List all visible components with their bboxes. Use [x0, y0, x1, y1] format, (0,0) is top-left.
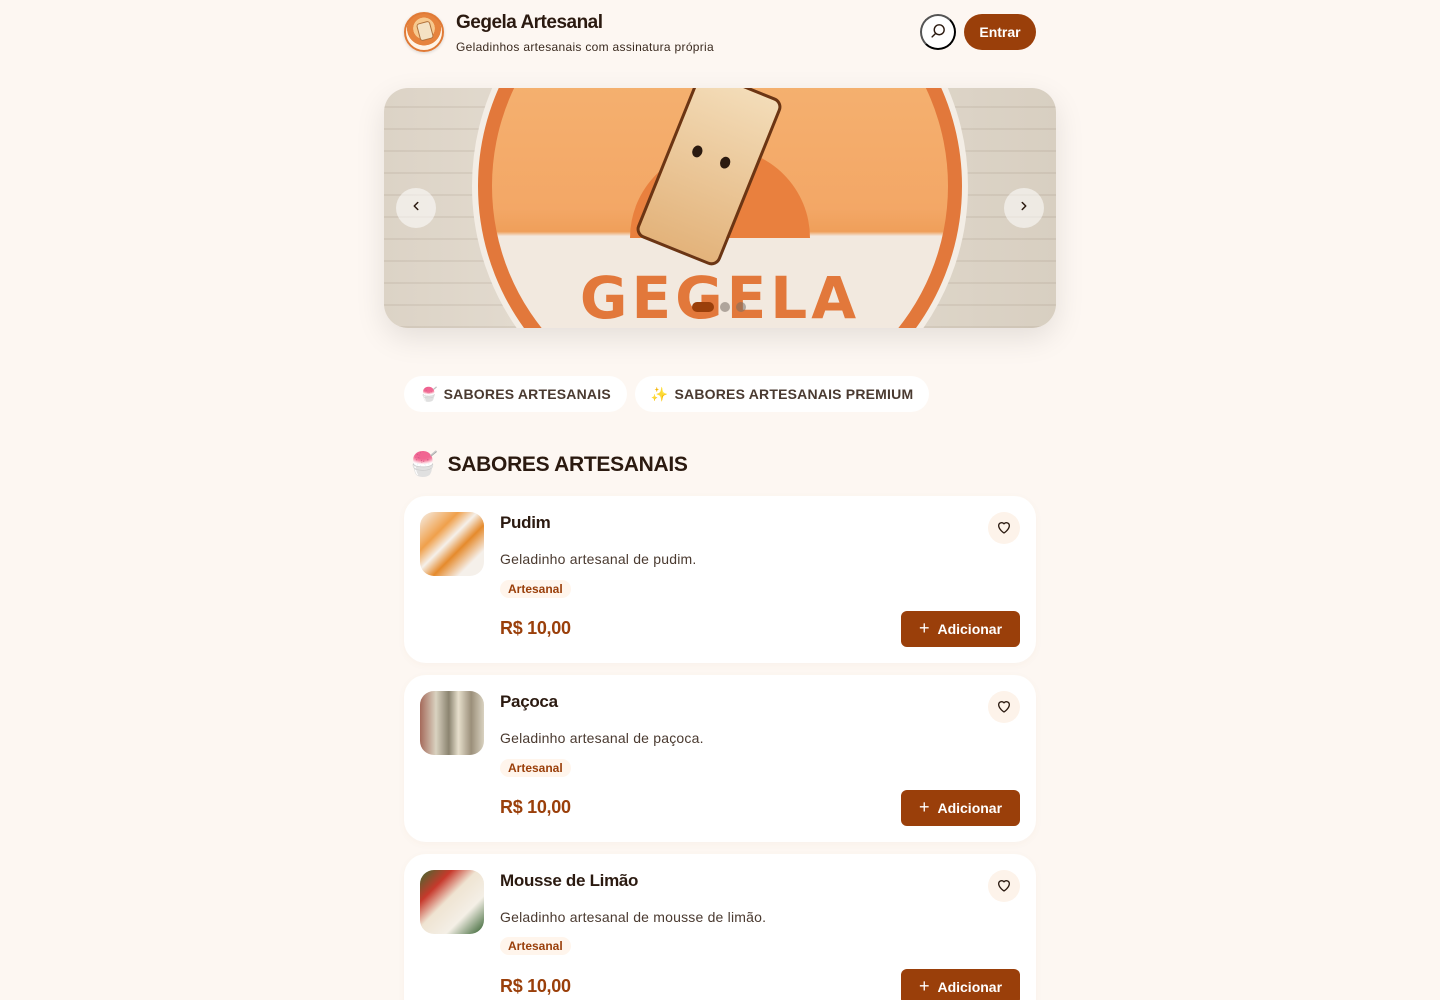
tab-sabores-premium[interactable]: ✨ SABORES ARTESANAIS PREMIUM	[634, 376, 930, 412]
shaved-ice-icon: 🍧	[420, 385, 438, 402]
add-to-cart-button[interactable]: + Adicionar	[901, 790, 1020, 826]
search-button[interactable]	[920, 14, 956, 50]
plus-icon: +	[918, 976, 930, 996]
login-button[interactable]: Entrar	[964, 14, 1036, 50]
heart-icon	[996, 698, 1012, 717]
add-to-cart-button[interactable]: + Adicionar	[901, 611, 1020, 647]
product-image[interactable]	[420, 691, 484, 755]
product-card-pudim: Pudim Geladinho artesanal de pudim. Arte…	[404, 496, 1036, 663]
chevron-left-icon	[409, 199, 423, 218]
shaved-ice-icon: 🍧	[408, 451, 438, 478]
carousel-dot-3[interactable]	[736, 302, 746, 312]
product-name: Mousse de Limão	[500, 871, 639, 890]
carousel-dot-1[interactable]	[692, 302, 714, 312]
product-image[interactable]	[420, 870, 484, 934]
product-tag: Artesanal	[500, 759, 571, 777]
category-tabs: 🍧 SABORES ARTESANAIS ✨ SABORES ARTESANAI…	[404, 376, 930, 412]
add-to-cart-button[interactable]: + Adicionar	[901, 969, 1020, 1000]
brand-subtitle: Geladinhos artesanais com assinatura pró…	[456, 40, 714, 54]
product-tag: Artesanal	[500, 580, 571, 598]
carousel-dots	[692, 302, 746, 312]
product-price: R$ 10,00	[500, 797, 571, 817]
tab-sabores-artesanais[interactable]: 🍧 SABORES ARTESANAIS	[404, 376, 627, 412]
product-tag: Artesanal	[500, 937, 571, 955]
product-image[interactable]	[420, 512, 484, 576]
carousel-dot-2[interactable]	[720, 302, 730, 312]
carousel-prev-button[interactable]	[396, 188, 436, 228]
add-label: Adicionar	[937, 800, 1003, 816]
tab-label: SABORES ARTESANAIS	[443, 386, 611, 402]
chevron-right-icon	[1017, 199, 1031, 218]
product-price: R$ 10,00	[500, 618, 571, 638]
plus-icon: +	[918, 797, 930, 817]
product-card-pacoca: Paçoca Geladinho artesanal de paçoca. Ar…	[404, 675, 1036, 842]
product-name: Paçoca	[500, 692, 558, 711]
search-icon	[930, 22, 947, 42]
product-price: R$ 10,00	[500, 976, 571, 996]
product-description: Geladinho artesanal de pudim.	[500, 551, 697, 567]
favorite-button[interactable]	[988, 870, 1020, 902]
plus-icon: +	[918, 618, 930, 638]
section-heading: 🍧 SABORES ARTESANAIS	[408, 450, 688, 479]
product-description: Geladinho artesanal de mousse de limão.	[500, 909, 767, 925]
favorite-button[interactable]	[988, 691, 1020, 723]
banner-logo-text: GEGELA	[579, 264, 861, 328]
carousel-next-button[interactable]	[1004, 188, 1044, 228]
product-card-mousse-limao: Mousse de Limão Geladinho artesanal de m…	[404, 854, 1036, 1000]
brand-title: Gegela Artesanal	[456, 12, 603, 33]
hero-carousel: GEGELA	[384, 88, 1056, 328]
product-name: Pudim	[500, 513, 551, 532]
product-description: Geladinho artesanal de paçoca.	[500, 730, 704, 746]
favorite-button[interactable]	[988, 512, 1020, 544]
section-title: SABORES ARTESANAIS	[447, 452, 688, 476]
sparkles-icon: ✨	[650, 385, 669, 402]
header: Gegela Artesanal Geladinhos artesanais c…	[404, 12, 1036, 54]
heart-icon	[996, 877, 1012, 896]
tab-label: SABORES ARTESANAIS PREMIUM	[674, 386, 914, 402]
gegela-logo[interactable]	[404, 12, 444, 52]
heart-icon	[996, 519, 1012, 538]
add-label: Adicionar	[937, 979, 1003, 995]
add-label: Adicionar	[937, 621, 1003, 637]
